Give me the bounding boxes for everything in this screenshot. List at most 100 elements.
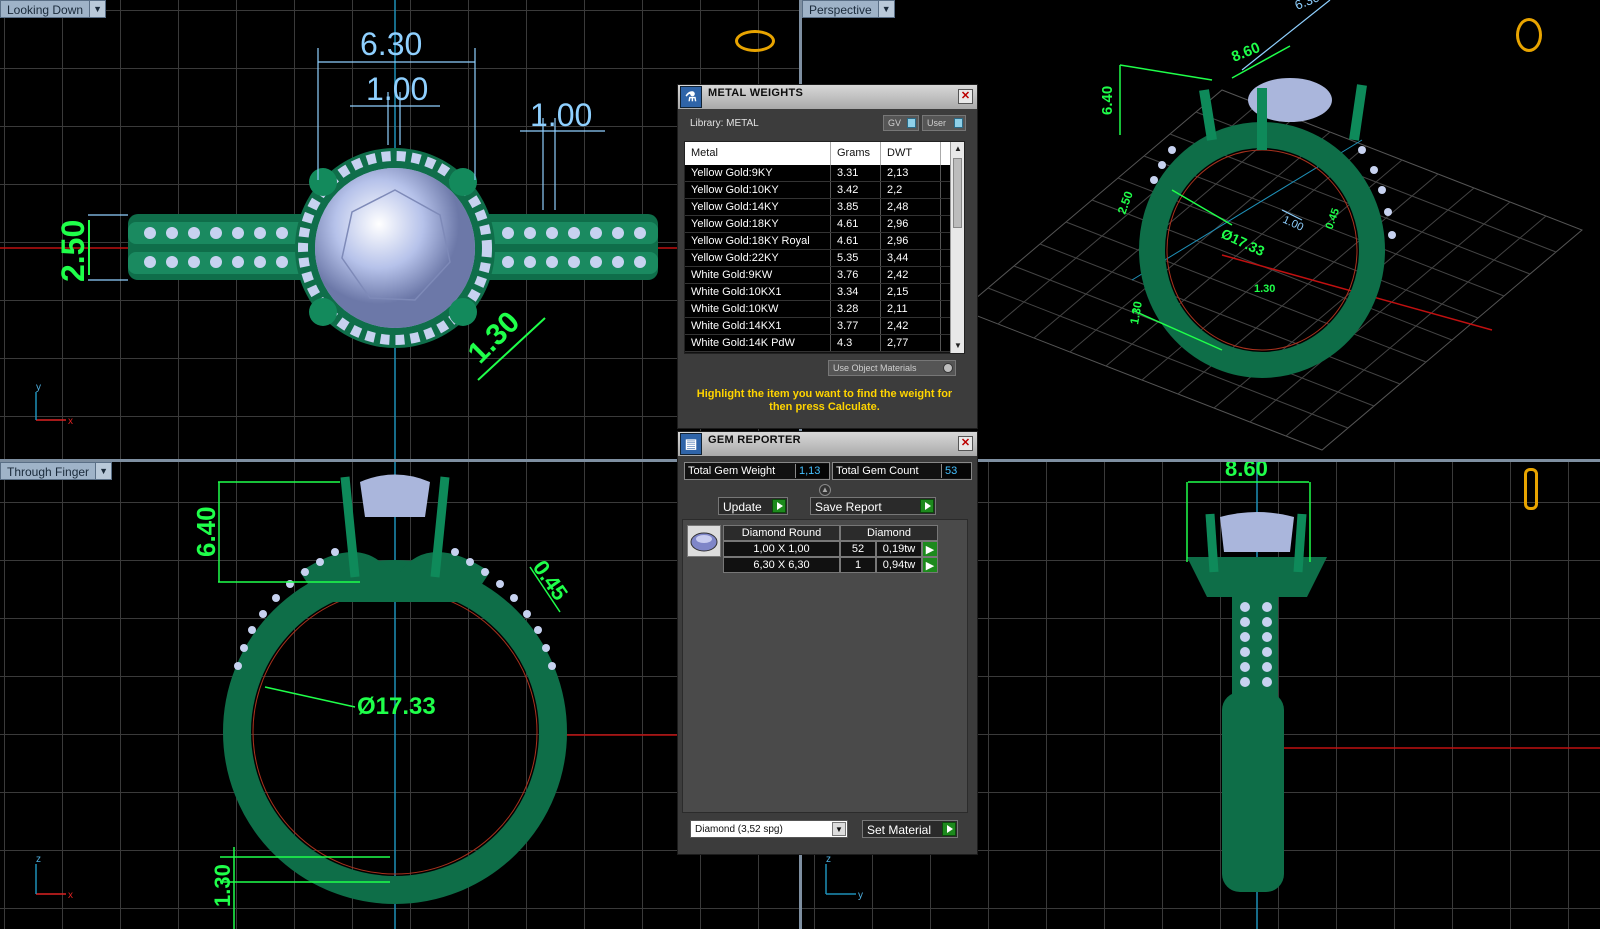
metal-dwt: 2,13 <box>881 165 941 181</box>
table-row[interactable]: Yellow Gold:14KY 3.85 2,48 <box>685 199 964 216</box>
table-row[interactable]: White Gold:9KW 3.76 2,42 <box>685 267 964 284</box>
dim-2-50: 2.50 <box>1115 189 1136 216</box>
dim-1-30-b: 1.30 <box>1127 300 1145 326</box>
metal-list-header: Metal Grams DWT <box>685 142 964 165</box>
viewport-label-text: Looking Down <box>7 3 84 17</box>
gem-shape-header: Diamond Round <box>723 525 840 541</box>
use-object-materials-toggle[interactable]: Use Object Materials <box>828 360 956 376</box>
dim-6-40: 6.40 <box>191 506 221 557</box>
table-row[interactable]: 1,00 X 1,00 52 0,19tw ▶ <box>723 541 938 557</box>
metal-dwt: 2,2 <box>881 182 941 198</box>
user-toggle[interactable]: User <box>922 115 966 131</box>
metal-weights-titlebar[interactable]: ⚗ METAL WEIGHTS ✕ <box>678 85 977 109</box>
gem-table: Diamond Round Diamond 1,00 X 1,00 52 0,1… <box>723 525 938 573</box>
viewport-label-text: Perspective <box>809 3 872 17</box>
dim-1-30-a: 1.30 <box>1254 283 1275 295</box>
viewport-label-perspective[interactable]: Perspective ▼ <box>802 0 895 18</box>
metal-name: Yellow Gold:10KY <box>685 182 831 198</box>
table-row[interactable]: White Gold:10KW 3.28 2,11 <box>685 301 964 318</box>
column-header-metal[interactable]: Metal <box>685 142 831 165</box>
axis-z-label: z <box>826 854 831 865</box>
total-gem-weight: Total Gem Weight 1,13 <box>684 462 830 480</box>
metal-list[interactable]: Metal Grams DWT Yellow Gold:9KY 3.31 2,13 … <box>684 141 965 354</box>
column-header-dwt[interactable]: DWT <box>881 142 941 165</box>
metal-grams: 3.76 <box>831 267 881 283</box>
gem-reporter-titlebar[interactable]: ▤ GEM REPORTER ✕ <box>678 432 977 456</box>
panel-title: METAL WEIGHTS <box>708 87 804 99</box>
toggle-knob <box>907 118 916 128</box>
table-row[interactable]: 6,30 X 6,30 1 0,94tw ▶ <box>723 557 938 573</box>
metal-name: Yellow Gold:18KY <box>685 216 831 232</box>
dim-diameter: Ø17.33 <box>357 693 436 720</box>
table-row[interactable]: White Gold:14K PdW 4.3 2,77 <box>685 335 964 352</box>
metal-grams: 3.31 <box>831 165 881 181</box>
chevron-down-icon[interactable]: ▼ <box>95 463 112 479</box>
ring-top-view-icon[interactable] <box>735 30 775 52</box>
table-row[interactable]: Yellow Gold:18KY 4.61 2,96 <box>685 216 964 233</box>
gem-reporter-panel: ▤ GEM REPORTER ✕ Total Gem Weight 1,13 T… <box>677 431 978 855</box>
metal-grams: 4.61 <box>831 233 881 249</box>
table-row[interactable]: Yellow Gold:22KY 5.35 3,44 <box>685 250 964 267</box>
collapse-icon[interactable]: ▲ <box>819 484 831 496</box>
table-row[interactable]: White Gold:14KX1 3.77 2,42 <box>685 318 964 335</box>
play-icon <box>772 499 786 513</box>
chevron-down-icon[interactable]: ▼ <box>877 1 894 17</box>
dim-2-50: 2.50 <box>55 220 91 282</box>
metal-list-scrollbar[interactable]: ▲ ▼ <box>950 142 964 353</box>
gem-weight: 0,94tw <box>876 557 922 573</box>
metal-name: White Gold:9KW <box>685 267 831 283</box>
library-row: Library: METAL GV User <box>678 109 977 137</box>
scroll-up-icon[interactable]: ▲ <box>951 142 964 156</box>
metal-dwt: 3,44 <box>881 250 941 266</box>
metal-dwt: 2,42 <box>881 318 941 334</box>
metal-name: Yellow Gold:14KY <box>685 199 831 215</box>
viewport-label-through-finger[interactable]: Through Finger ▼ <box>0 462 113 480</box>
close-icon[interactable]: ✕ <box>958 89 973 104</box>
ring-side-icon[interactable] <box>1524 468 1538 510</box>
metal-grams: 4.61 <box>831 216 881 232</box>
viewport-label-looking-down[interactable]: Looking Down ▼ <box>0 0 107 18</box>
select-gems-button[interactable]: ▶ <box>922 541 938 557</box>
total-gem-count: Total Gem Count 53 <box>832 462 972 480</box>
select-gems-button[interactable]: ▶ <box>922 557 938 573</box>
metal-grams: 5.35 <box>831 250 881 266</box>
material-select[interactable]: Diamond (3,52 spg) ▼ <box>690 820 848 838</box>
scroll-thumb[interactable] <box>953 158 962 228</box>
metal-name: White Gold:14K PdW <box>685 335 831 351</box>
dim-0-45: 0.45 <box>528 556 573 605</box>
close-icon[interactable]: ✕ <box>958 436 973 451</box>
gem-count: 52 <box>840 541 876 557</box>
metal-dwt: 2,15 <box>881 284 941 300</box>
scroll-down-icon[interactable]: ▼ <box>951 339 964 353</box>
chevron-down-icon[interactable]: ▼ <box>832 822 846 836</box>
save-report-button[interactable]: Save Report <box>810 497 936 515</box>
panel-title: GEM REPORTER <box>708 434 801 446</box>
axis-z-label: z <box>36 854 41 865</box>
metal-dwt: 2,77 <box>881 335 941 351</box>
user-label: User <box>927 118 947 128</box>
table-row[interactable]: Yellow Gold:9KY 3.31 2,13 <box>685 165 964 182</box>
metal-name: Yellow Gold:9KY <box>685 165 831 181</box>
update-button[interactable]: Update <box>718 497 788 515</box>
axis-y-label: y <box>36 382 41 393</box>
total-gem-count-label: Total Gem Count <box>836 465 919 477</box>
metal-name: White Gold:14KX1 <box>685 318 831 334</box>
metal-dwt: 2,96 <box>881 216 941 232</box>
total-gem-weight-label: Total Gem Weight <box>688 465 776 477</box>
gem-table-header: Diamond Round Diamond <box>723 525 938 541</box>
column-header-grams[interactable]: Grams <box>831 142 881 165</box>
table-row[interactable]: Yellow Gold:18KY Royal 4.61 2,96 <box>685 233 964 250</box>
total-gem-count-value: 53 <box>941 464 971 478</box>
total-gem-weight-value: 1,13 <box>795 464 829 478</box>
metal-name: Yellow Gold:22KY <box>685 250 831 266</box>
table-row[interactable]: White Gold:10KX1 3.34 2,15 <box>685 284 964 301</box>
dim-0-45: 0.45 <box>1324 207 1343 231</box>
dim-diameter: Ø17.33 <box>1219 225 1268 259</box>
gv-toggle[interactable]: GV <box>883 115 919 131</box>
metal-dwt: 2,48 <box>881 199 941 215</box>
gem-material-header: Diamond <box>840 525 938 541</box>
table-row[interactable]: Yellow Gold:10KY 3.42 2,2 <box>685 182 964 199</box>
chevron-down-icon[interactable]: ▼ <box>89 1 106 17</box>
set-material-button[interactable]: Set Material <box>862 820 958 838</box>
ring-perspective-icon[interactable] <box>1516 18 1542 52</box>
